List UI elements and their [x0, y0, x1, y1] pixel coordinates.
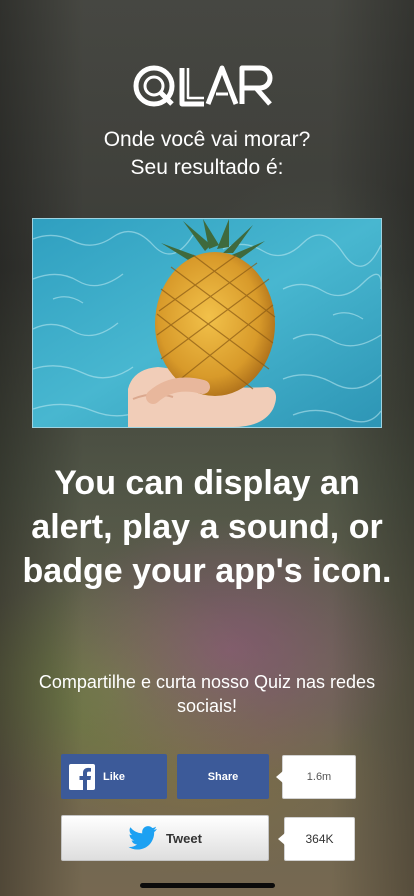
twitter-bird-icon — [128, 826, 157, 850]
facebook-count-bubble: 1.6m — [276, 755, 356, 799]
brand-logo — [0, 62, 414, 110]
tweet-button[interactable]: Tweet — [61, 815, 269, 861]
tweet-label: Tweet — [166, 830, 202, 846]
result-subtitle: Onde você vai morar? Seu resultado é: — [0, 126, 414, 182]
result-image — [32, 218, 382, 428]
home-indicator[interactable] — [140, 883, 275, 888]
twitter-count-bubble: 364K — [278, 817, 355, 861]
qlar-logo-mark — [133, 65, 273, 107]
like-label: Like — [103, 770, 126, 783]
result-headline: You can display an alert, play a sound, … — [22, 464, 392, 590]
quiz-result-screen: Onde você vai morar? Seu resultado é: Yo… — [0, 0, 414, 896]
quiz-question: Onde você vai morar? — [103, 128, 311, 151]
share-prompt: Compartilhe e curta nosso Quiz nas redes… — [38, 672, 376, 716]
result-intro: Seu resultado é: — [130, 156, 284, 179]
facebook-icon — [69, 763, 95, 790]
facebook-like-button[interactable]: Like — [61, 754, 167, 799]
facebook-share-button[interactable]: Share — [177, 754, 269, 799]
